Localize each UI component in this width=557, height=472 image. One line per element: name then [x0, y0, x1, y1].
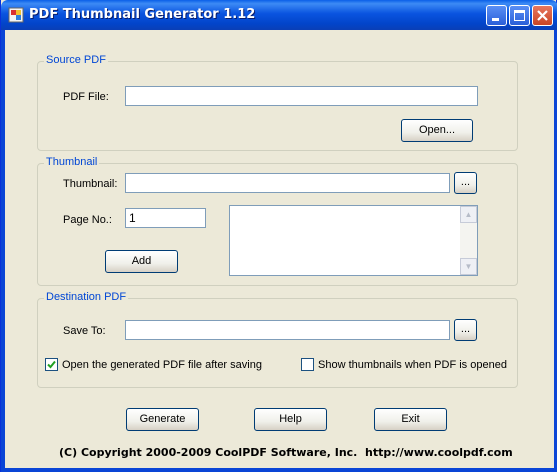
close-icon: [537, 10, 548, 21]
thumbnail-input[interactable]: [125, 173, 450, 193]
thumbnail-list-scrollbar[interactable]: ▲ ▼: [460, 206, 477, 275]
pdf-file-input[interactable]: [125, 86, 478, 106]
page-no-label: Page No.:: [63, 214, 112, 226]
maximize-icon: [514, 10, 525, 21]
website-link[interactable]: http://www.coolpdf.com: [365, 446, 513, 459]
open-button[interactable]: Open...: [401, 119, 473, 142]
add-button[interactable]: Add: [105, 250, 178, 273]
minimize-button[interactable]: [486, 5, 507, 26]
window-title: PDF Thumbnail Generator 1.12: [29, 7, 256, 22]
app-icon: [8, 7, 24, 23]
save-to-label: Save To:: [63, 325, 106, 337]
checkmark-icon: [47, 360, 56, 369]
thumbnail-legend: Thumbnail: [44, 156, 100, 168]
destination-pdf-legend: Destination PDF: [44, 291, 129, 303]
generate-button[interactable]: Generate: [126, 408, 199, 431]
save-to-input[interactable]: [125, 320, 450, 340]
thumbnail-browse-button[interactable]: ...: [454, 172, 477, 194]
thumbnail-list[interactable]: ▲ ▼: [229, 205, 478, 276]
open-after-saving-label[interactable]: Open the generated PDF file after saving: [62, 359, 262, 371]
destination-pdf-group: Destination PDF: [37, 291, 518, 388]
app-window: PDF Thumbnail Generator 1.12 Source PDF …: [0, 0, 557, 472]
copyright-text: (C) Copyright 2000-2009 CoolPDF Software…: [59, 446, 358, 459]
minimize-icon: [492, 18, 499, 21]
close-button[interactable]: [532, 5, 553, 26]
scroll-up-icon[interactable]: ▲: [460, 206, 477, 223]
scroll-down-icon[interactable]: ▼: [460, 258, 477, 275]
open-after-saving-checkbox[interactable]: [45, 358, 58, 371]
page-no-input[interactable]: 1: [125, 208, 206, 228]
maximize-button[interactable]: [509, 5, 530, 26]
save-to-browse-button[interactable]: ...: [454, 319, 477, 341]
window-frame-left: [1, 30, 5, 472]
show-thumbnails-label[interactable]: Show thumbnails when PDF is opened: [318, 359, 507, 371]
title-bar[interactable]: PDF Thumbnail Generator 1.12: [1, 0, 557, 30]
show-thumbnails-checkbox[interactable]: [301, 358, 314, 371]
thumbnail-label: Thumbnail:: [63, 178, 118, 190]
source-pdf-legend: Source PDF: [44, 54, 108, 66]
pdf-file-label: PDF File:: [63, 91, 109, 103]
exit-button[interactable]: Exit: [374, 408, 447, 431]
window-frame-bottom: [1, 468, 557, 472]
help-button[interactable]: Help: [254, 408, 327, 431]
